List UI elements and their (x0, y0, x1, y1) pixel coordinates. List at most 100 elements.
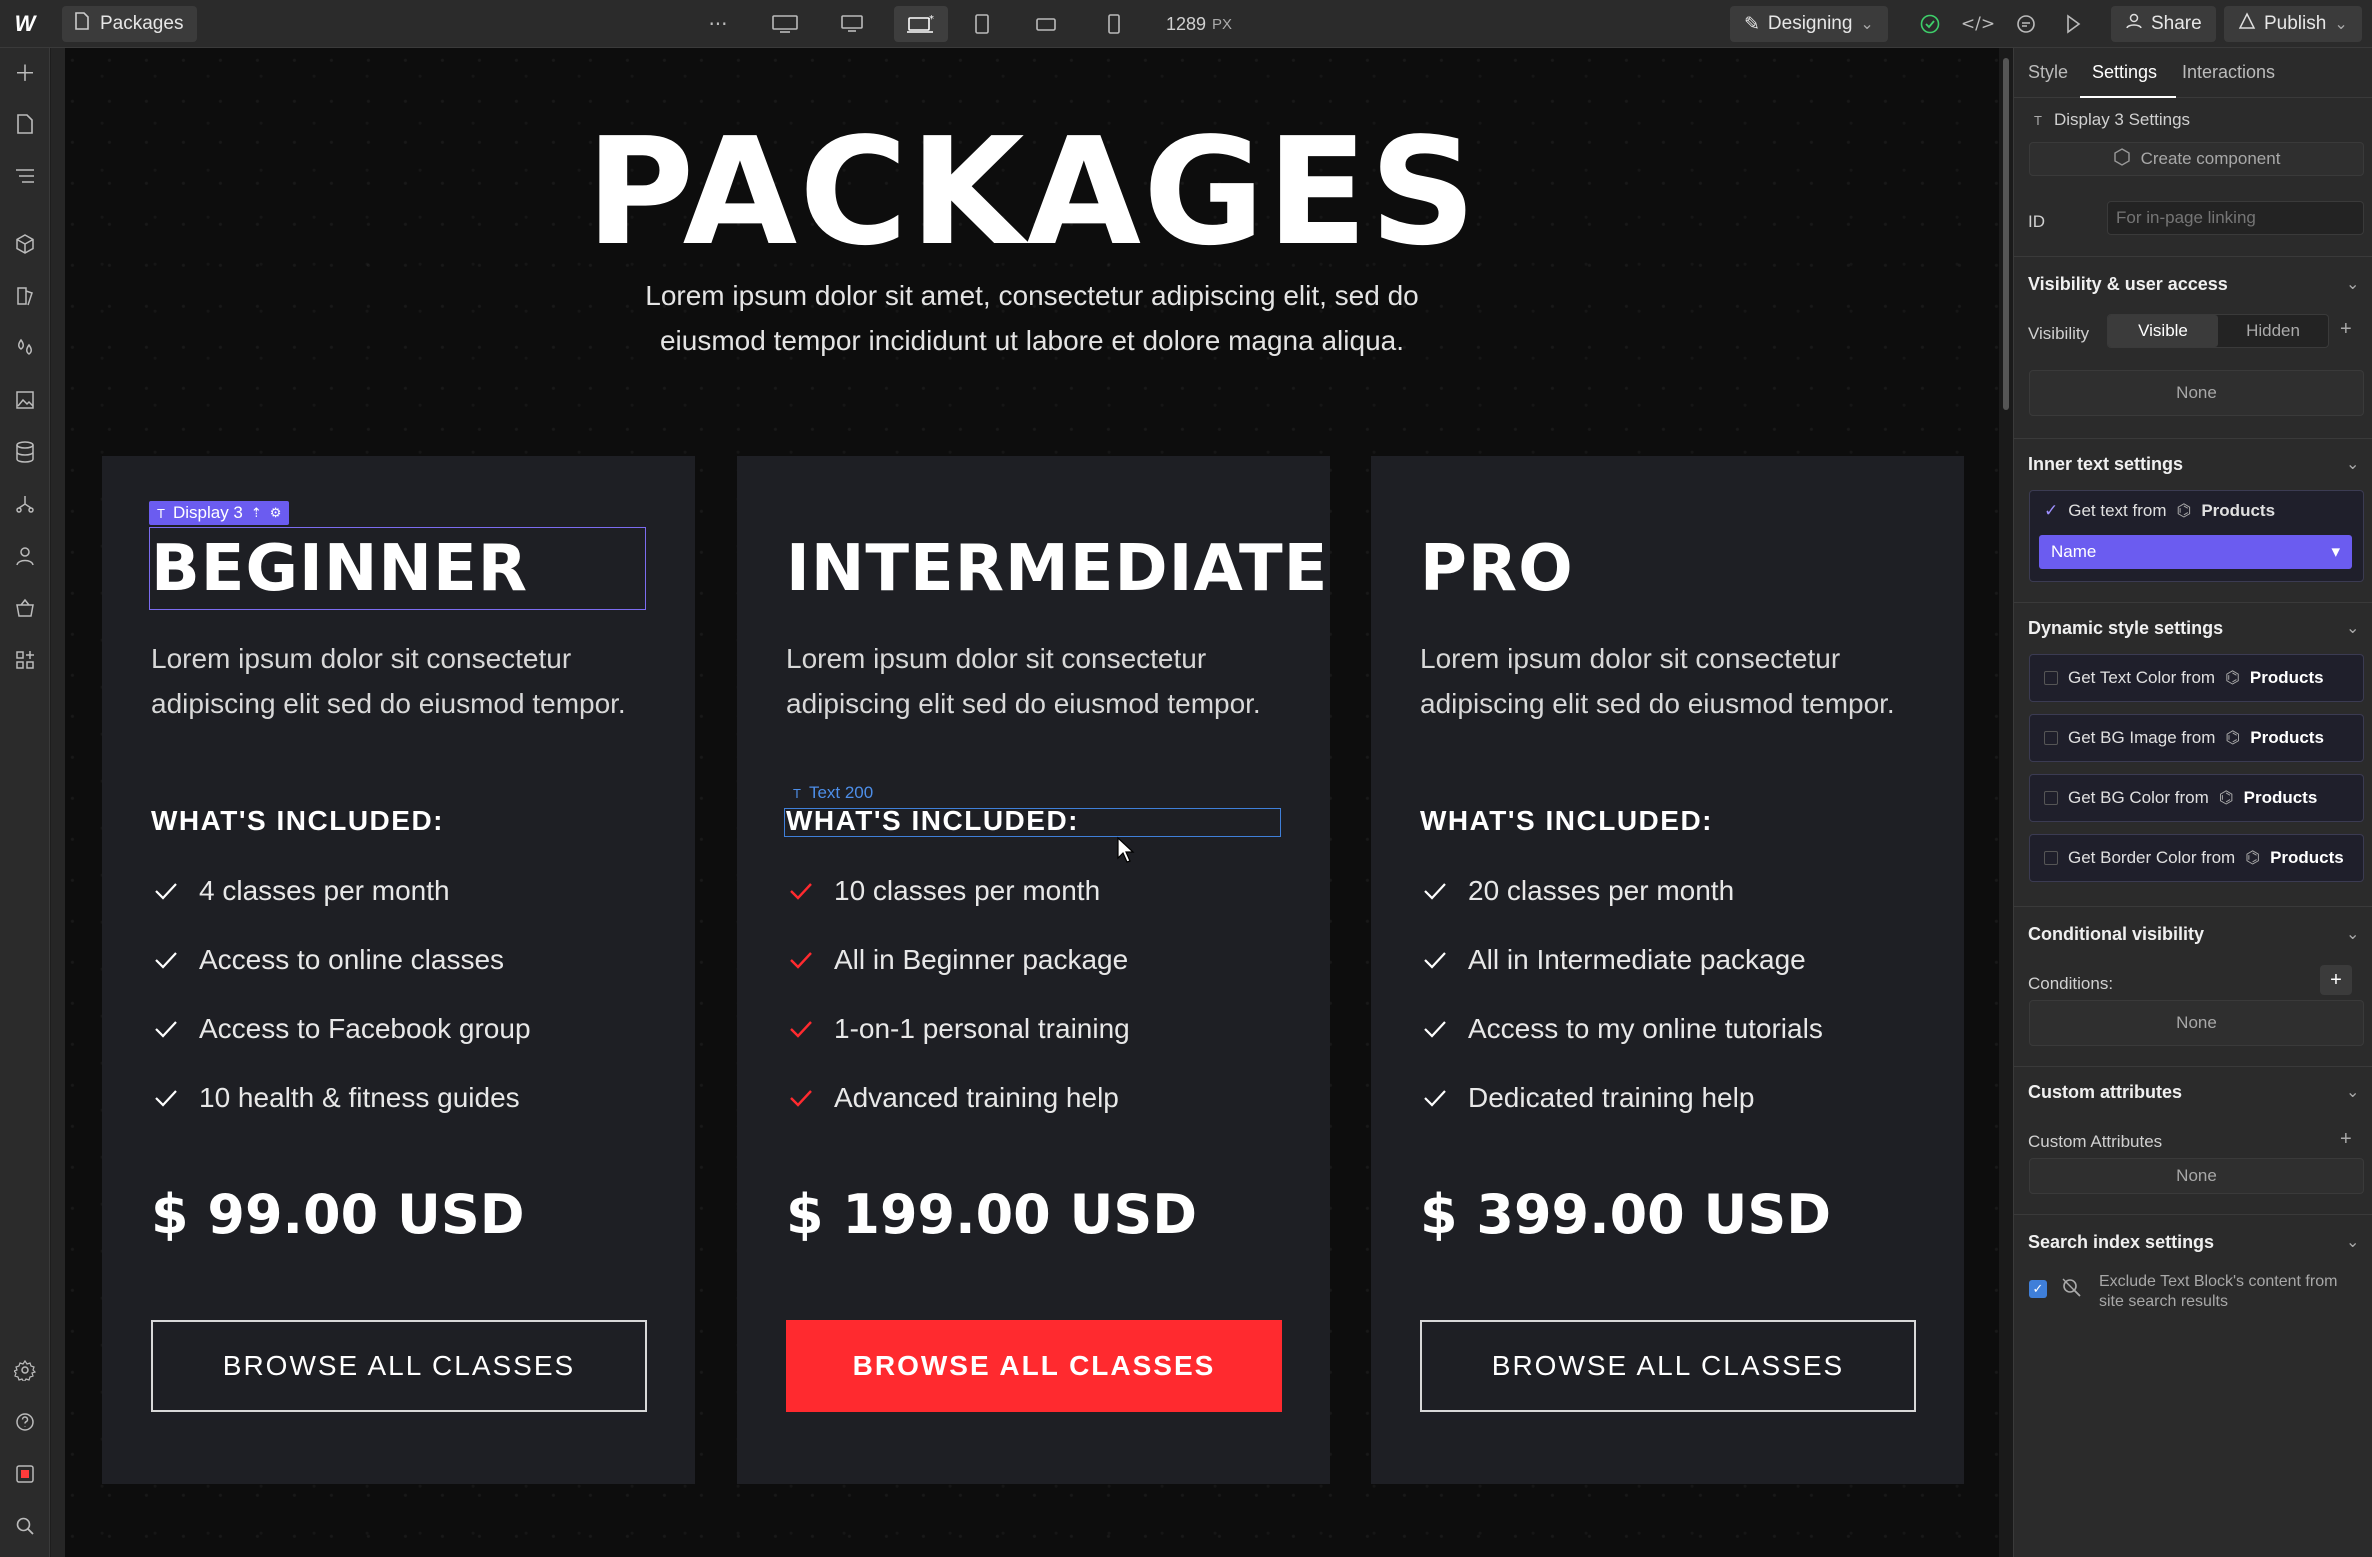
dynamic-bg-color-row[interactable]: Get BG Color from ⌬ Products (2029, 774, 2364, 822)
breakpoint-mobile-landscape-icon[interactable] (1026, 6, 1066, 42)
checkbox[interactable] (2044, 731, 2058, 745)
feature-item[interactable]: 10 health & fitness guides (151, 1082, 520, 1114)
card-included-label[interactable]: WHAT'S INCLUDED: (1420, 805, 1713, 837)
preview-play-icon[interactable] (2053, 6, 2093, 42)
card-title[interactable]: INTERMEDIATE (786, 532, 1328, 606)
browse-classes-button[interactable]: BROWSE ALL CLASSES (1420, 1320, 1916, 1412)
chevron-down-icon[interactable]: ⌄ (2346, 924, 2359, 944)
navigator-icon[interactable] (5, 156, 45, 196)
add-condition-icon[interactable]: + (2320, 965, 2352, 995)
card-price[interactable]: $ 399.00 USD (1420, 1183, 1831, 1246)
card-price[interactable]: $ 199.00 USD (786, 1183, 1197, 1246)
checkbox[interactable] (2044, 671, 2058, 685)
exclude-search-checkbox[interactable]: ✓ (2029, 1280, 2047, 1298)
breakpoint-mobile-portrait-icon[interactable] (1094, 6, 1134, 42)
feature-item[interactable]: Access to my online tutorials (1420, 1013, 1823, 1045)
style-selectors-icon[interactable] (5, 276, 45, 316)
dynamic-style-section-title[interactable]: Dynamic style settings (2028, 618, 2223, 639)
visibility-none-box[interactable]: None (2029, 370, 2364, 416)
components-icon[interactable] (5, 224, 45, 264)
custom-attr-section-title[interactable]: Custom attributes (2028, 1082, 2182, 1103)
feature-item[interactable]: Access to online classes (151, 944, 504, 976)
hero-subtitle[interactable]: Lorem ipsum dolor sit amet, consectetur … (635, 273, 1429, 363)
pages-icon[interactable] (5, 104, 45, 144)
card-title[interactable]: PRO (1420, 532, 1574, 606)
feature-item[interactable]: All in Intermediate package (1420, 944, 1806, 976)
dynamic-border-color-row[interactable]: Get Border Color from ⌬ Products (2029, 834, 2364, 882)
dynamic-text-color-row[interactable]: Get Text Color from ⌬ Products (2029, 654, 2364, 702)
visibility-section-title[interactable]: Visibility & user access (2028, 274, 2228, 295)
code-export-icon[interactable]: </> (1958, 6, 1998, 42)
conditional-section-title[interactable]: Conditional visibility (2028, 924, 2204, 945)
feature-item[interactable]: Access to Facebook group (151, 1013, 531, 1045)
get-text-from-row[interactable]: ✓ Get text from ⌬ Products (2044, 501, 2275, 521)
card-included-label[interactable]: WHAT'S INCLUDED: (151, 805, 444, 837)
webflow-logo-icon[interactable]: W (10, 9, 40, 39)
visibility-hidden-option[interactable]: Hidden (2218, 315, 2328, 347)
checkbox[interactable] (2044, 851, 2058, 865)
tab-interactions[interactable]: Interactions (2182, 62, 2275, 83)
breakpoint-desktop-icon[interactable] (832, 6, 872, 42)
page-selector[interactable]: Packages (62, 6, 198, 42)
ecommerce-icon[interactable] (5, 588, 45, 628)
feature-item[interactable]: Dedicated training help (1420, 1082, 1754, 1114)
hero-title[interactable]: PACKAGES (65, 106, 1999, 278)
settings-gear-icon[interactable] (5, 1350, 45, 1390)
visibility-visible-option[interactable]: Visible (2108, 315, 2218, 347)
add-attribute-icon[interactable]: + (2340, 1128, 2352, 1151)
conditions-none-box[interactable]: None (2029, 1000, 2364, 1046)
chevron-down-icon[interactable]: ⌄ (2346, 1232, 2359, 1252)
checkbox[interactable] (2044, 791, 2058, 805)
add-visibility-icon[interactable]: + (2340, 318, 2352, 341)
selected-element-tag[interactable]: T Display 3 ⇡ ⚙ (149, 501, 290, 525)
card-description[interactable]: Lorem ipsum dolor sit consectetur adipis… (1420, 636, 1930, 726)
feature-item[interactable]: 4 classes per month (151, 875, 450, 907)
search-icon[interactable] (5, 1506, 45, 1546)
apps-icon[interactable] (5, 640, 45, 680)
package-card-intermediate[interactable]: INTERMEDIATE Lorem ipsum dolor sit conse… (737, 456, 1330, 1484)
card-price[interactable]: $ 99.00 USD (151, 1183, 525, 1246)
feature-item[interactable]: 1-on-1 personal training (786, 1013, 1130, 1045)
cms-icon[interactable] (5, 432, 45, 472)
share-button[interactable]: Share (2111, 6, 2216, 42)
breakpoint-base-icon[interactable]: * (894, 6, 948, 42)
publish-button[interactable]: Publish ⌄ (2224, 6, 2362, 42)
variables-icon[interactable] (5, 328, 45, 368)
chevron-down-icon[interactable]: ⌄ (2346, 454, 2359, 474)
mode-dropdown[interactable]: ✎ Designing ⌄ (1730, 6, 1888, 42)
custom-attr-none-box[interactable]: None (2029, 1158, 2364, 1194)
dynamic-bg-image-row[interactable]: Get BG Image from ⌬ Products (2029, 714, 2364, 762)
create-component-button[interactable]: Create component (2029, 142, 2364, 176)
id-input[interactable] (2107, 201, 2364, 235)
record-icon[interactable] (5, 1454, 45, 1494)
logic-icon[interactable] (5, 484, 45, 524)
canvas-width-readout[interactable]: 1289 PX (1166, 0, 1232, 48)
status-check-icon[interactable] (1910, 6, 1950, 42)
feature-item[interactable]: 20 classes per month (1420, 875, 1734, 907)
assets-icon[interactable] (5, 380, 45, 420)
package-card-pro[interactable]: PRO Lorem ipsum dolor sit consectetur ad… (1371, 456, 1964, 1484)
breakpoint-tablet-icon[interactable] (962, 6, 1002, 42)
more-options-icon[interactable]: ··· (698, 6, 738, 42)
browse-classes-button[interactable]: BROWSE ALL CLASSES (151, 1320, 647, 1412)
package-card-beginner[interactable]: BEGINNER Lorem ipsum dolor sit consectet… (102, 456, 695, 1484)
canvas-scroll-thumb[interactable] (2003, 58, 2009, 410)
field-select[interactable]: Name ▾ (2039, 535, 2352, 569)
chevron-down-icon[interactable]: ⌄ (2346, 618, 2359, 638)
add-element-icon[interactable]: ＋ (5, 52, 45, 92)
tab-style[interactable]: Style (2028, 62, 2068, 83)
help-icon[interactable] (5, 1402, 45, 1442)
feature-item[interactable]: 10 classes per month (786, 875, 1100, 907)
tab-settings[interactable]: Settings (2092, 62, 2157, 83)
chevron-down-icon[interactable]: ⌄ (2346, 274, 2359, 294)
card-description[interactable]: Lorem ipsum dolor sit consectetur adipis… (151, 636, 661, 726)
breakpoint-desktop-large-icon[interactable] (765, 6, 805, 42)
design-canvas[interactable]: PACKAGES Lorem ipsum dolor sit amet, con… (65, 48, 1999, 1557)
chevron-down-icon[interactable]: ⌄ (2346, 1082, 2359, 1102)
inner-text-section-title[interactable]: Inner text settings (2028, 454, 2183, 475)
users-icon[interactable] (5, 536, 45, 576)
browse-classes-button[interactable]: BROWSE ALL CLASSES (786, 1320, 1282, 1412)
feature-item[interactable]: Advanced training help (786, 1082, 1119, 1114)
feature-item[interactable]: All in Beginner package (786, 944, 1128, 976)
search-index-section-title[interactable]: Search index settings (2028, 1232, 2214, 1253)
